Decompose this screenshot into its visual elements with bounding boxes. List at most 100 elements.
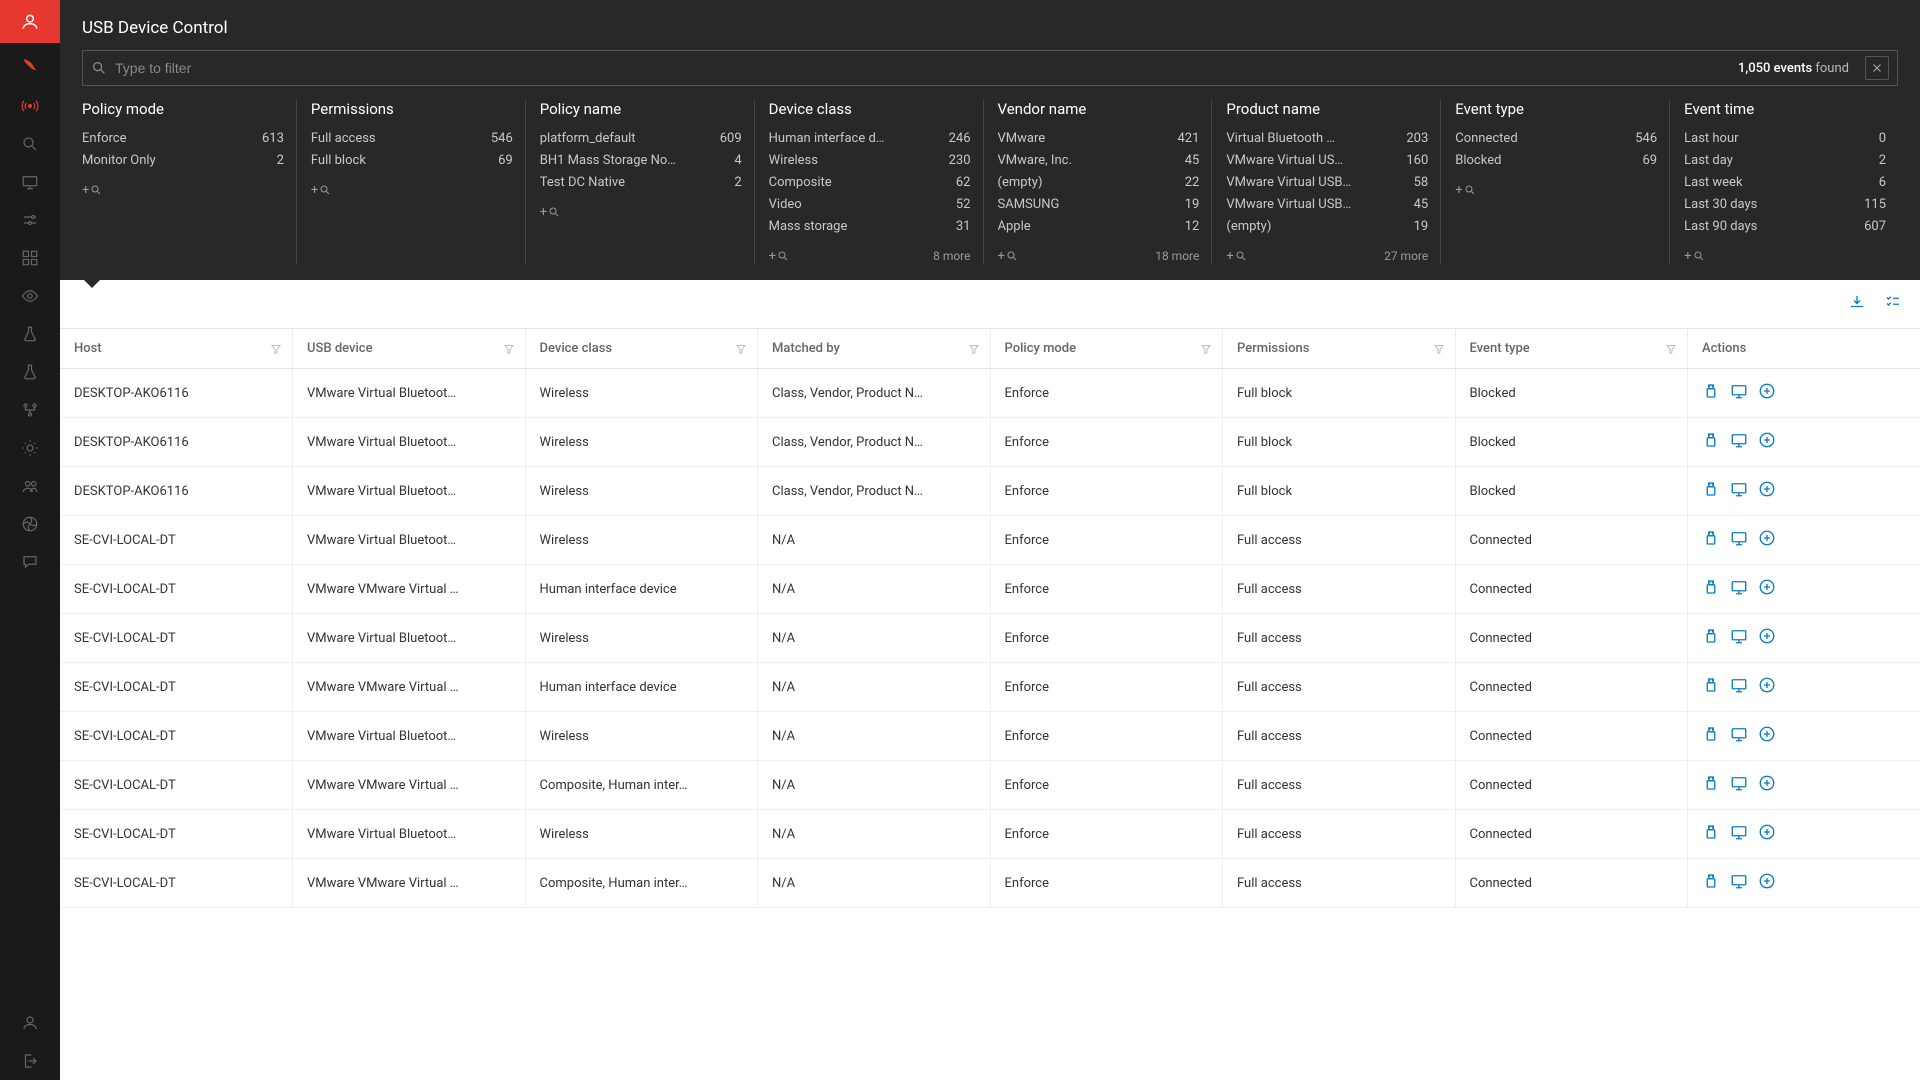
nav-activity[interactable] xyxy=(0,87,60,125)
facet-item[interactable]: Last 30 days115 xyxy=(1684,194,1886,216)
column-filter-icon[interactable] xyxy=(1433,343,1445,359)
action-host[interactable] xyxy=(1730,774,1748,796)
column-filter-icon[interactable] xyxy=(503,343,515,359)
action-host[interactable] xyxy=(1730,529,1748,551)
column-header[interactable]: Permissions xyxy=(1223,329,1456,369)
action-add[interactable] xyxy=(1758,872,1776,894)
table-row[interactable]: SE-CVI-LOCAL-DTVMware VMware Virtual …Co… xyxy=(60,761,1920,810)
action-add[interactable] xyxy=(1758,578,1776,600)
action-host[interactable] xyxy=(1730,382,1748,404)
action-host[interactable] xyxy=(1730,480,1748,502)
facet-add-button[interactable]: + xyxy=(311,182,331,198)
nav-swirl[interactable] xyxy=(0,505,60,543)
table-row[interactable]: DESKTOP-AKO6116VMware Virtual Bluetoot…W… xyxy=(60,467,1920,516)
nav-lab2[interactable] xyxy=(0,353,60,391)
facet-item[interactable]: VMware Virtual USB…45 xyxy=(1226,194,1428,216)
nav-intel[interactable] xyxy=(0,277,60,315)
action-add[interactable] xyxy=(1758,676,1776,698)
facet-item[interactable]: Apple12 xyxy=(998,216,1200,238)
action-usb[interactable] xyxy=(1702,774,1720,796)
facet-add-button[interactable]: + xyxy=(1226,248,1246,264)
table-row[interactable]: SE-CVI-LOCAL-DTVMware Virtual Bluetoot…W… xyxy=(60,810,1920,859)
facet-item[interactable]: Test DC Native2 xyxy=(540,172,742,194)
facet-item[interactable]: VMware Virtual USB…58 xyxy=(1226,172,1428,194)
facet-item[interactable]: Last week6 xyxy=(1684,172,1886,194)
nav-chat[interactable] xyxy=(0,543,60,581)
action-host[interactable] xyxy=(1730,872,1748,894)
action-host[interactable] xyxy=(1730,823,1748,845)
filter-input[interactable] xyxy=(107,60,1728,76)
action-usb[interactable] xyxy=(1702,529,1720,551)
facet-item[interactable]: Last hour0 xyxy=(1684,128,1886,150)
nav-search[interactable] xyxy=(0,125,60,163)
facet-item[interactable]: Connected546 xyxy=(1455,128,1657,150)
action-host[interactable] xyxy=(1730,676,1748,698)
download-button[interactable] xyxy=(1846,293,1868,315)
action-usb[interactable] xyxy=(1702,578,1720,600)
action-add[interactable] xyxy=(1758,774,1776,796)
facet-item[interactable]: Full access546 xyxy=(311,128,513,150)
facet-item[interactable]: Mass storage31 xyxy=(769,216,971,238)
nav-graph[interactable] xyxy=(0,391,60,429)
facet-item[interactable]: Human interface d…246 xyxy=(769,128,971,150)
nav-users[interactable] xyxy=(0,467,60,505)
facet-more[interactable]: 27 more xyxy=(1384,249,1428,263)
facet-more[interactable]: 18 more xyxy=(1155,249,1199,263)
action-usb[interactable] xyxy=(1702,382,1720,404)
nav-hosts[interactable] xyxy=(0,163,60,201)
column-header[interactable]: Event type xyxy=(1455,329,1688,369)
column-header[interactable]: USB device xyxy=(293,329,526,369)
action-add[interactable] xyxy=(1758,627,1776,649)
columns-button[interactable] xyxy=(1882,293,1904,315)
facet-item[interactable]: BH1 Mass Storage No…4 xyxy=(540,150,742,172)
action-usb[interactable] xyxy=(1702,676,1720,698)
table-row[interactable]: SE-CVI-LOCAL-DTVMware VMware Virtual …Co… xyxy=(60,859,1920,908)
action-usb[interactable] xyxy=(1702,431,1720,453)
column-header[interactable]: Actions xyxy=(1688,329,1920,369)
nav-settings[interactable] xyxy=(0,201,60,239)
facet-item[interactable]: VMware Virtual US…160 xyxy=(1226,150,1428,172)
user-badge[interactable] xyxy=(0,0,60,43)
nav-profile[interactable] xyxy=(0,1004,60,1042)
facet-add-button[interactable]: + xyxy=(998,248,1018,264)
action-host[interactable] xyxy=(1730,578,1748,600)
column-header[interactable]: Policy mode xyxy=(990,329,1223,369)
facet-more[interactable]: 8 more xyxy=(933,249,970,263)
nav-lab1[interactable] xyxy=(0,315,60,353)
table-row[interactable]: SE-CVI-LOCAL-DTVMware VMware Virtual …Hu… xyxy=(60,663,1920,712)
column-filter-icon[interactable] xyxy=(1200,343,1212,359)
column-filter-icon[interactable] xyxy=(735,343,747,359)
action-usb[interactable] xyxy=(1702,872,1720,894)
action-host[interactable] xyxy=(1730,431,1748,453)
action-usb[interactable] xyxy=(1702,480,1720,502)
brand-logo[interactable] xyxy=(0,43,60,87)
action-usb[interactable] xyxy=(1702,627,1720,649)
action-add[interactable] xyxy=(1758,382,1776,404)
facet-item[interactable]: Full block69 xyxy=(311,150,513,172)
table-row[interactable]: DESKTOP-AKO6116VMware Virtual Bluetoot…W… xyxy=(60,369,1920,418)
column-header[interactable]: Host xyxy=(60,329,293,369)
column-header[interactable]: Device class xyxy=(525,329,758,369)
facet-add-button[interactable]: + xyxy=(769,248,789,264)
table-row[interactable]: SE-CVI-LOCAL-DTVMware VMware Virtual …Hu… xyxy=(60,565,1920,614)
facet-item[interactable]: Composite62 xyxy=(769,172,971,194)
facet-item[interactable]: (empty)19 xyxy=(1226,216,1428,238)
facet-item[interactable]: Blocked69 xyxy=(1455,150,1657,172)
action-usb[interactable] xyxy=(1702,725,1720,747)
facet-item[interactable]: Video52 xyxy=(769,194,971,216)
column-filter-icon[interactable] xyxy=(1665,343,1677,359)
action-add[interactable] xyxy=(1758,725,1776,747)
action-add[interactable] xyxy=(1758,480,1776,502)
facet-item[interactable]: Monitor Only2 xyxy=(82,150,284,172)
facet-add-button[interactable]: + xyxy=(1455,182,1475,198)
table-row[interactable]: SE-CVI-LOCAL-DTVMware Virtual Bluetoot…W… xyxy=(60,516,1920,565)
nav-sun[interactable] xyxy=(0,429,60,467)
facet-item[interactable]: Enforce613 xyxy=(82,128,284,150)
facet-add-button[interactable]: + xyxy=(82,182,102,198)
action-host[interactable] xyxy=(1730,627,1748,649)
action-usb[interactable] xyxy=(1702,823,1720,845)
nav-dashboard[interactable] xyxy=(0,239,60,277)
action-add[interactable] xyxy=(1758,823,1776,845)
facet-item[interactable]: SAMSUNG19 xyxy=(998,194,1200,216)
action-add[interactable] xyxy=(1758,431,1776,453)
